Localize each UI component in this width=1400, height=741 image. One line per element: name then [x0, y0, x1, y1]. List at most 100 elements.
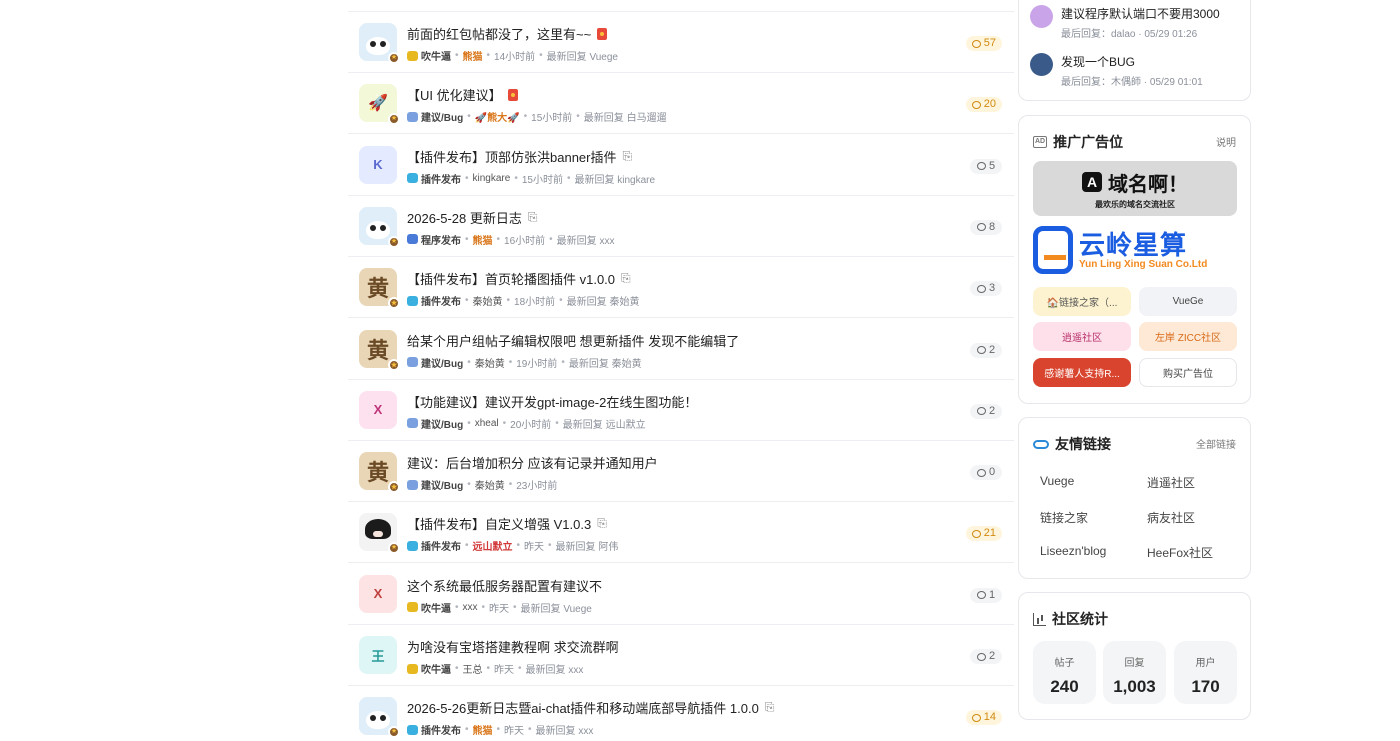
- author-link[interactable]: kingkare: [473, 173, 511, 184]
- ad-button[interactable]: 感谢薯人支持R...: [1033, 358, 1131, 387]
- topic-title[interactable]: 前面的红包帖都没了，这里有~~: [407, 24, 608, 43]
- recent-title[interactable]: 发现一个BUG: [1061, 53, 1203, 70]
- category-link[interactable]: 插件发布: [407, 538, 461, 553]
- friend-link[interactable]: 逍遥社区: [1147, 474, 1195, 491]
- topic-title[interactable]: 【UI 优化建议】: [407, 85, 518, 104]
- friend-link[interactable]: HeeFox社区: [1147, 544, 1213, 561]
- separator: •: [506, 295, 511, 307]
- category-link[interactable]: 建议/Bug: [407, 416, 463, 431]
- author-link[interactable]: 熊猫: [473, 232, 493, 247]
- ad-button[interactable]: 左岸 ZICC社区: [1139, 322, 1237, 351]
- category-link[interactable]: 插件发布: [407, 722, 461, 737]
- avatar[interactable]: ★: [359, 23, 400, 64]
- reply-count: 1: [988, 588, 996, 601]
- author-link[interactable]: 🚀熊大🚀: [475, 109, 520, 124]
- ad-button[interactable]: 逍遥社区: [1033, 322, 1131, 351]
- topic-title-text[interactable]: 【插件发布】首页轮播图插件 v1.0.0: [407, 269, 615, 288]
- ad-button[interactable]: VueGe: [1139, 287, 1237, 316]
- avatar[interactable]: 王: [359, 636, 397, 674]
- buy-ad-button[interactable]: 购买广告位: [1139, 358, 1237, 387]
- topic-title-text[interactable]: 【功能建议】建议开发gpt-image-2在线生图功能！: [407, 392, 697, 411]
- category-link[interactable]: 插件发布: [407, 171, 461, 186]
- topic-title-text[interactable]: 为啥没有宝塔搭建教程啊 求交流群啊: [407, 637, 619, 656]
- author-link[interactable]: 秦始黄: [473, 293, 503, 308]
- avatar[interactable]: X: [359, 574, 397, 613]
- ad-banner-domain[interactable]: A 域名啊！ 最欢乐的域名交流社区: [1033, 161, 1237, 216]
- topic-row[interactable]: 黄 ★ 【插件发布】首页轮播图插件 v1.0.0 ⎘ 插件发布 • 秦始黄 • 18小时前 • 最新…: [348, 257, 1014, 319]
- topic-title[interactable]: 2026-5-28 更新日志 ⎘: [407, 208, 538, 227]
- all-links-link[interactable]: 全部链接: [1196, 436, 1236, 451]
- topic-row[interactable]: ★ 2026-5-28 更新日志 ⎘ 程序发布 • 熊猫 • 16小时前 • 最新回复 xxx 8: [348, 196, 1014, 257]
- friend-link[interactable]: Liseezn'blog: [1040, 544, 1106, 558]
- category-link[interactable]: 吹牛逼: [407, 600, 451, 615]
- ad-button[interactable]: 🏠链接之家（...: [1033, 287, 1131, 316]
- topic-row[interactable]: X 这个系统最低服务器配置有建议不 吹牛逼 • xxx • 昨天 • 最新回复 Vuege 1: [348, 564, 1014, 625]
- avatar[interactable]: 黄 ★: [359, 329, 400, 371]
- author-link[interactable]: xheal: [475, 418, 499, 429]
- topic-row[interactable]: 王为啥没有宝塔搭建教程啊 求交流群啊 吹牛逼 • 王总 • 昨天 • 最新回复 xxx 2: [348, 625, 1014, 686]
- recent-title[interactable]: 建议程序默认端口不要用3000: [1061, 5, 1220, 22]
- author-link[interactable]: 秦始黄: [475, 477, 505, 492]
- topic-title-text[interactable]: 【UI 优化建议】: [407, 85, 502, 104]
- topic-title-text[interactable]: 给某个用户组帖子编辑权限吧 想更新插件 发现不能编辑了: [407, 331, 739, 350]
- avatar[interactable]: 黄 ★: [359, 268, 400, 310]
- topic-title[interactable]: 【插件发布】首页轮播图插件 v1.0.0 ⎘: [407, 269, 631, 288]
- topic-title[interactable]: 【插件发布】自定义增强 V1.0.3 ⎘: [407, 514, 607, 533]
- topic-row[interactable]: X 【功能建议】建议开发gpt-image-2在线生图功能！ 建议/Bug • xhea…: [348, 380, 1014, 441]
- topic-row[interactable]: ★ 【插件发布】自定义增强 V1.0.3 ⎘ 插件发布 • 远山默立 • 昨天 • 最新回复 阿伟…: [348, 502, 1014, 564]
- friend-link[interactable]: 链接之家: [1040, 509, 1088, 526]
- recent-item[interactable]: 建议程序默认端口不要用3000 最后回复：dalao · 05/29 01:26: [1030, 5, 1220, 40]
- topic-row[interactable]: K 【插件发布】顶部仿张洪banner插件 ⎘ 插件发布 • kingkare • 15小时前…: [348, 135, 1014, 196]
- author-link[interactable]: 王总: [463, 661, 483, 676]
- author-link[interactable]: 熊猫: [463, 48, 483, 63]
- topic-title[interactable]: 这个系统最低服务器配置有建议不: [407, 576, 602, 595]
- topic-title-text[interactable]: 【插件发布】自定义增强 V1.0.3: [407, 514, 591, 533]
- category-link[interactable]: 程序发布: [407, 232, 461, 247]
- avatar[interactable]: K: [359, 145, 397, 184]
- topic-row[interactable]: 黄 ★ 建议：后台增加积分 应该有记录并通知用户 建议/Bug • 秦始黄 • 23小时前 0: [348, 441, 1014, 503]
- topic-title[interactable]: 2026-5-26更新日志暨ai-chat插件和移动端底部导航插件 1.0.0 ⎘: [407, 698, 774, 717]
- category-link[interactable]: 吹牛逼: [407, 661, 451, 676]
- author-link[interactable]: 秦始黄: [475, 355, 505, 370]
- topic-title[interactable]: 【插件发布】顶部仿张洪banner插件 ⎘: [407, 147, 632, 166]
- avatar[interactable]: ★: [359, 206, 400, 248]
- friend-link[interactable]: Vuege: [1040, 474, 1074, 488]
- last-reply: 最新回复 xxx: [556, 235, 615, 247]
- avatar[interactable]: ★: [359, 513, 400, 555]
- ad-banner-yunling[interactable]: 云岭星算 Yun Ling Xing Suan Co.Ltd: [1033, 222, 1237, 278]
- topic-title-text[interactable]: 【插件发布】顶部仿张洪banner插件: [407, 147, 616, 166]
- avatar[interactable]: 🚀 ★: [359, 84, 400, 126]
- topic-title[interactable]: 【功能建议】建议开发gpt-image-2在线生图功能！: [407, 392, 697, 411]
- stat-posts: 帖子 240: [1033, 641, 1096, 704]
- topic-row[interactable]: 黄 ★ 给某个用户组帖子编辑权限吧 想更新插件 发现不能编辑了 建议/Bug • 秦始黄 •…: [348, 319, 1014, 380]
- separator: •: [486, 50, 491, 61]
- recent-item[interactable]: 发现一个BUG 最后回复：木偶師 · 05/29 01:01: [1030, 53, 1203, 88]
- puzzle-icon: [407, 173, 418, 184]
- category-link[interactable]: 吹牛逼: [407, 48, 451, 63]
- topic-title[interactable]: 为啥没有宝塔搭建教程啊 求交流群啊: [407, 637, 619, 656]
- category-link[interactable]: 建议/Bug: [407, 109, 463, 124]
- author-link[interactable]: xxx: [463, 602, 478, 613]
- comment-icon: [976, 407, 986, 416]
- topic-row[interactable]: 🚀 ★ 【UI 优化建议】 建议/Bug • 🚀熊大🚀 • 15小时前 • 最新回复 白马遛遛 20: [348, 73, 1014, 135]
- topic-title[interactable]: 给某个用户组帖子编辑权限吧 想更新插件 发现不能编辑了: [407, 331, 739, 350]
- topic-title[interactable]: 建议：后台增加积分 应该有记录并通知用户: [407, 453, 658, 472]
- topic-row[interactable]: ★ 2026-5-26更新日志暨ai-chat插件和移动端底部导航插件 1.0.0…: [348, 686, 1014, 741]
- category-link[interactable]: 建议/Bug: [407, 477, 463, 492]
- avatar[interactable]: X: [359, 390, 397, 429]
- topic-title-text[interactable]: 这个系统最低服务器配置有建议不: [407, 576, 602, 595]
- author-link[interactable]: 熊猫: [473, 722, 493, 737]
- ads-info-link[interactable]: 说明: [1216, 134, 1236, 149]
- avatar[interactable]: 黄 ★: [359, 452, 400, 494]
- topic-title-text[interactable]: 建议：后台增加积分 应该有记录并通知用户: [407, 453, 658, 472]
- friend-link[interactable]: 病友社区: [1147, 509, 1195, 526]
- topic-title-text[interactable]: 2026-5-28 更新日志: [407, 208, 522, 227]
- topic-title-text[interactable]: 2026-5-26更新日志暨ai-chat插件和移动端底部导航插件 1.0.0: [407, 698, 759, 717]
- category-link[interactable]: 建议/Bug: [407, 355, 463, 370]
- topic-title-text[interactable]: 前面的红包帖都没了，这里有~~: [407, 24, 591, 43]
- topic-row[interactable]: ★ 前面的红包帖都没了，这里有~~ 吹牛逼 • 熊猫 • 14小时前 • 最新回复 Vuege 5…: [348, 12, 1014, 73]
- category-link[interactable]: 插件发布: [407, 293, 461, 308]
- comment-icon: [971, 100, 981, 109]
- avatar[interactable]: ★: [359, 697, 400, 739]
- author-link[interactable]: 远山默立: [473, 538, 513, 553]
